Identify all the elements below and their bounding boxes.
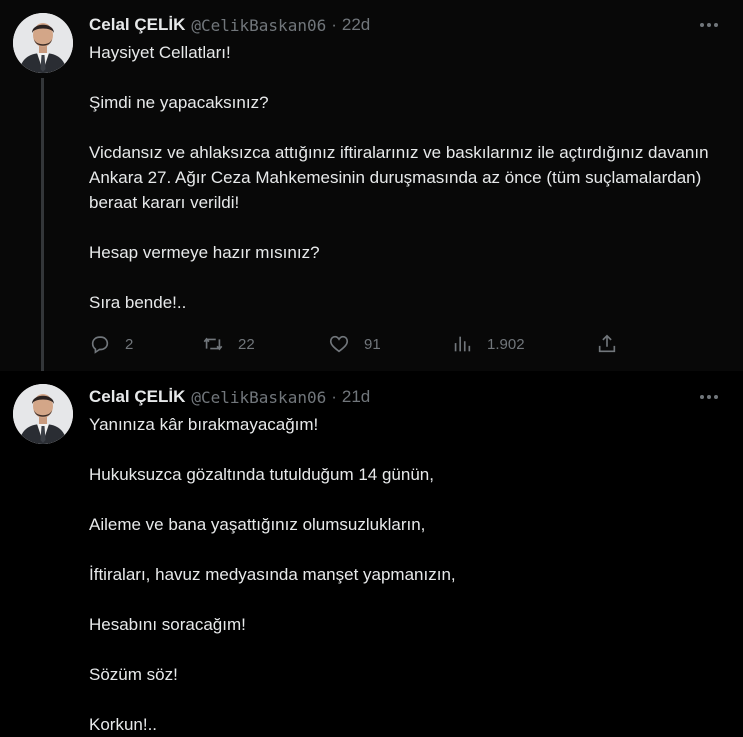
tweet-header: Celal ÇELİK @CelikBaskan06 · 22d xyxy=(89,13,683,37)
retweet-button[interactable]: 22 xyxy=(202,331,255,357)
tweet-timestamp[interactable]: 21d xyxy=(342,387,370,407)
retweet-count: 22 xyxy=(238,335,255,353)
retweet-icon xyxy=(203,337,223,351)
tweet-paragraph: Hesap vermeye hazır mısınız? xyxy=(89,243,320,262)
tweet-header: Celal ÇELİK @CelikBaskan06 · 21d xyxy=(89,385,683,409)
separator-dot: · xyxy=(331,387,337,406)
more-dots-icon[interactable] xyxy=(697,13,721,37)
tweet-timestamp[interactable]: 22d xyxy=(342,15,370,35)
tweet-paragraph: Yanınıza kâr bırakmayacağım! xyxy=(89,415,319,434)
tweet-actions: 2 22 91 1.902 xyxy=(89,331,629,357)
author-name[interactable]: Celal ÇELİK xyxy=(89,15,185,35)
like-button[interactable]: 91 xyxy=(328,331,381,357)
author-name[interactable]: Celal ÇELİK xyxy=(89,387,185,407)
tweet-paragraph: Vicdansız ve ahlaksızca attığınız iftira… xyxy=(89,143,709,212)
tweet-paragraph: Korkun!.. xyxy=(89,715,158,734)
avatar-portrait xyxy=(13,384,73,444)
reply-count: 2 xyxy=(125,335,134,353)
share-icon xyxy=(598,334,616,353)
tweet-text: Haysiyet Cellatları! Şimdi ne yapacaksın… xyxy=(89,40,719,315)
share-button[interactable] xyxy=(596,331,618,357)
tweet-paragraph: Şimdi ne yapacaksınız? xyxy=(89,93,269,112)
reply-icon xyxy=(91,336,109,354)
reply-button[interactable]: 2 xyxy=(89,331,133,357)
views-count: 1.902 xyxy=(487,335,525,353)
like-count: 91 xyxy=(364,335,381,353)
tweet[interactable]: Celal ÇELİK @CelikBaskan06 · 21d Yanınız… xyxy=(0,371,743,737)
more-dots-icon[interactable] xyxy=(697,385,721,409)
tweet-paragraph: Sözüm söz! xyxy=(89,665,178,684)
heart-icon xyxy=(329,335,349,353)
tweet-text: Yanınıza kâr bırakmayacağım! Hukuksuzca … xyxy=(89,412,719,737)
author-handle[interactable]: @CelikBaskan06 xyxy=(191,388,326,407)
tweet[interactable]: Celal ÇELİK @CelikBaskan06 · 22d Haysiye… xyxy=(0,0,743,374)
avatar[interactable] xyxy=(13,13,73,73)
avatar[interactable] xyxy=(13,384,73,444)
tweet-paragraph: Hesabını soracağım! xyxy=(89,615,246,634)
avatar-portrait xyxy=(13,13,73,73)
views-chart-icon xyxy=(454,336,471,352)
tweet-paragraph: Haysiyet Cellatları! xyxy=(89,43,231,62)
tweet-paragraph: İftiraları, havuz medyasında manşet yapm… xyxy=(89,565,456,584)
tweet-paragraph: Hukuksuzca gözaltında tutulduğum 14 günü… xyxy=(89,465,434,484)
separator-dot: · xyxy=(331,15,337,34)
thread-line xyxy=(41,78,44,374)
views-button[interactable]: 1.902 xyxy=(451,331,525,357)
tweet-paragraph: Aileme ve bana yaşattığınız olumsuzlukla… xyxy=(89,515,426,534)
author-handle[interactable]: @CelikBaskan06 xyxy=(191,16,326,35)
tweet-paragraph: Sıra bende!.. xyxy=(89,293,187,312)
